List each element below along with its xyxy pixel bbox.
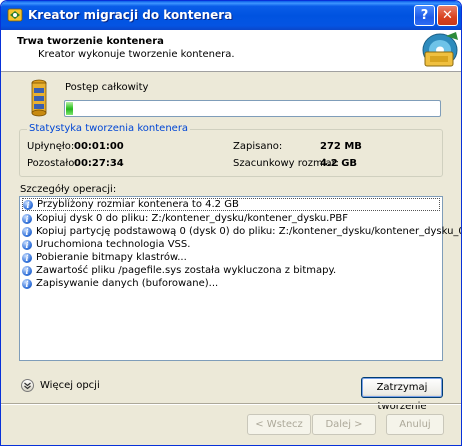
operation-details-list[interactable]: i Przybliżony rozmiar kontenera to 4.2 G…	[19, 196, 461, 361]
list-item[interactable]: i Przybliżony rozmiar kontenera to 4.2 G…	[22, 198, 440, 211]
list-item-text: Zapisywanie danych (buforowane)...	[36, 278, 219, 289]
list-item[interactable]: i Pobieranie bitmapy klastrów...	[22, 251, 187, 264]
list-item-text: Kopiuj partycję podstawową 0 (dysk 0) do…	[36, 226, 461, 237]
info-icon: i	[23, 199, 33, 210]
list-item-text: Przybliżony rozmiar kontenera to 4.2 GB	[37, 199, 239, 210]
window-title: Kreator migracji do kontenera	[28, 8, 233, 22]
info-icon: i	[22, 265, 32, 276]
cancel-button[interactable]: Anuluj	[386, 414, 444, 435]
saved-label: Zapisano:	[233, 141, 283, 152]
chevron-down-icon	[21, 379, 34, 392]
next-button[interactable]: Dalej >	[312, 414, 376, 435]
list-item[interactable]: i Kopiuj dysk 0 do pliku: Z:/kontener_dy…	[22, 212, 348, 225]
stats-legend: Statystyka tworzenia kontenera	[27, 123, 191, 134]
list-item[interactable]: i Zapisywanie danych (buforowane)...	[22, 277, 218, 290]
elapsed-label: Upłynęło:	[27, 141, 75, 152]
remaining-value: 00:27:34	[74, 158, 124, 169]
step-title: Trwa tworzenie kontenera	[17, 36, 164, 47]
estimated-size-value: 4.2 GB	[320, 158, 358, 169]
stop-creation-button[interactable]: Zatrzymaj tworzenie	[361, 377, 443, 412]
saved-value: 272 MB	[320, 141, 362, 152]
back-button[interactable]: < Wstecz	[247, 414, 311, 435]
wizard-header: Trwa tworzenie kontenera Kreator wykonuj…	[1, 30, 461, 72]
close-button[interactable]: ✕	[437, 5, 458, 26]
title-bar[interactable]: Kreator migracji do kontenera ? ✕	[1, 1, 461, 30]
overall-progress-bar	[64, 100, 441, 117]
wizard-window: Kreator migracji do kontenera ? ✕ Trwa t…	[0, 0, 462, 446]
list-item[interactable]: i Uruchomiona technologia VSS.	[22, 238, 190, 251]
info-icon: i	[22, 213, 32, 224]
more-options-label: Więcej opcji	[40, 380, 100, 391]
list-item-text: Pobieranie bitmapy klastrów...	[36, 252, 187, 263]
elapsed-value: 00:01:00	[74, 141, 124, 152]
disk-container-icon	[416, 30, 460, 70]
info-icon: i	[22, 252, 32, 263]
list-item[interactable]: i Zawartość pliku /pagefile.sys została …	[22, 264, 336, 277]
info-icon: i	[22, 278, 32, 289]
app-icon	[7, 8, 23, 22]
more-options-toggle[interactable]: Więcej opcji	[21, 379, 100, 392]
details-label: Szczegóły operacji:	[20, 184, 117, 195]
progress-fill	[66, 102, 74, 115]
help-button[interactable]: ?	[414, 5, 435, 26]
info-icon: i	[22, 239, 32, 250]
stats-group	[19, 129, 443, 177]
list-item-text: Zawartość pliku /pagefile.sys została wy…	[36, 265, 337, 276]
overall-progress-label: Postęp całkowity	[65, 82, 149, 93]
remaining-label: Pozostało:	[27, 158, 78, 169]
info-icon: i	[22, 226, 32, 237]
database-icon	[31, 79, 47, 117]
step-subtitle: Kreator wykonuje tworzenie kontenera.	[38, 49, 235, 60]
list-item[interactable]: i Kopiuj partycję podstawową 0 (dysk 0) …	[22, 225, 461, 238]
list-item-text: Uruchomiona technologia VSS.	[36, 239, 191, 250]
list-item-text: Kopiuj dysk 0 do pliku: Z:/kontener_dysk…	[36, 213, 349, 224]
separator	[1, 403, 461, 405]
